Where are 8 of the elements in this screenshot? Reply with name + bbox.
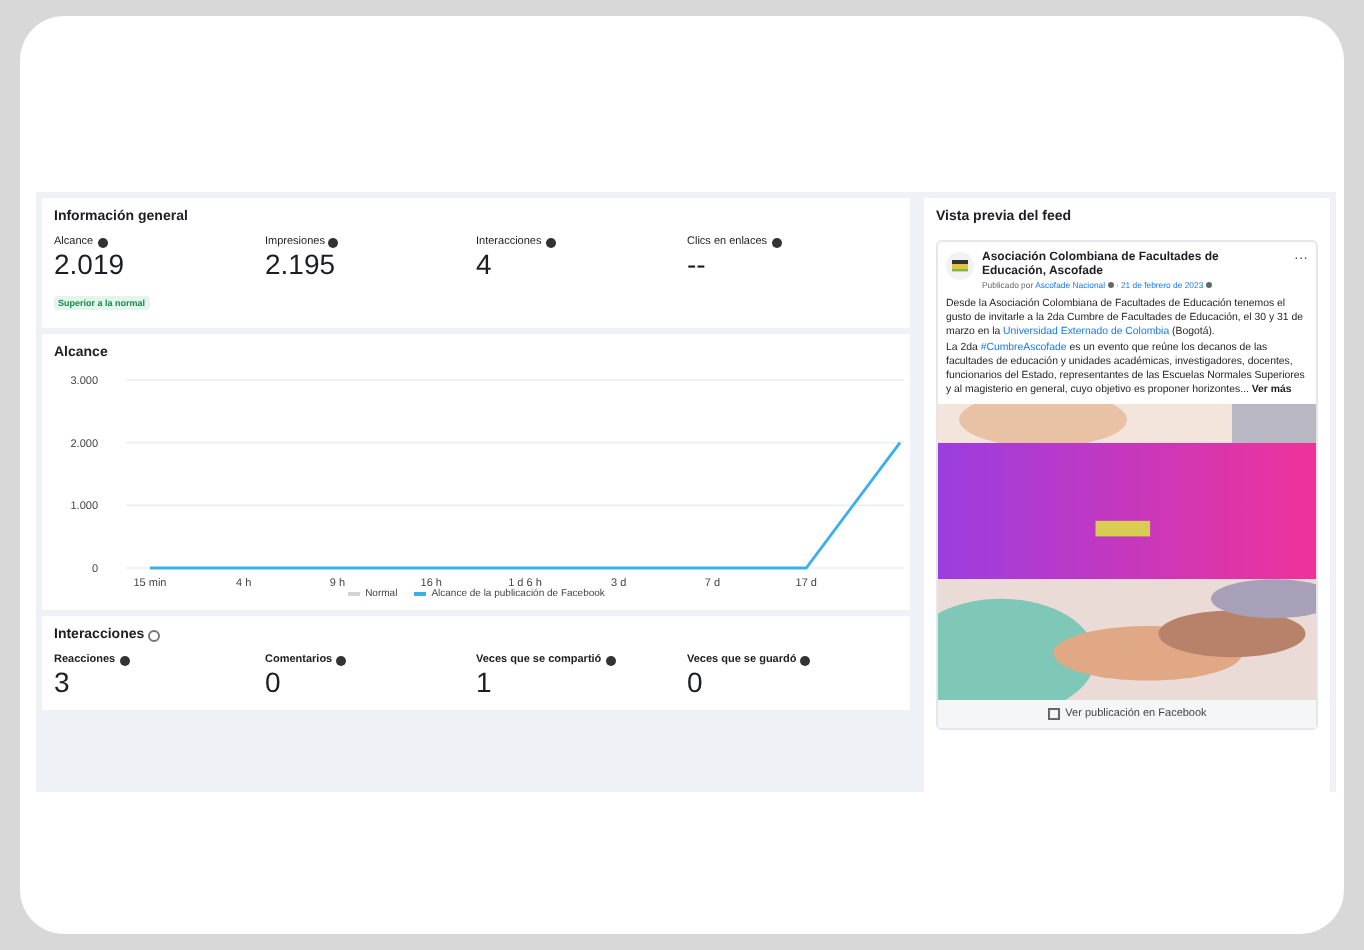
metric-value: -- <box>687 248 708 280</box>
metric-value: 0 <box>265 666 283 698</box>
metric-value: 2.019 <box>54 248 127 280</box>
metric-value: 4 <box>476 248 494 280</box>
metric-value: 1 <box>476 666 494 698</box>
metric-value: 0 <box>687 666 705 698</box>
metric-value: 2.195 <box>265 248 338 280</box>
metric-value: 3 <box>54 666 72 698</box>
